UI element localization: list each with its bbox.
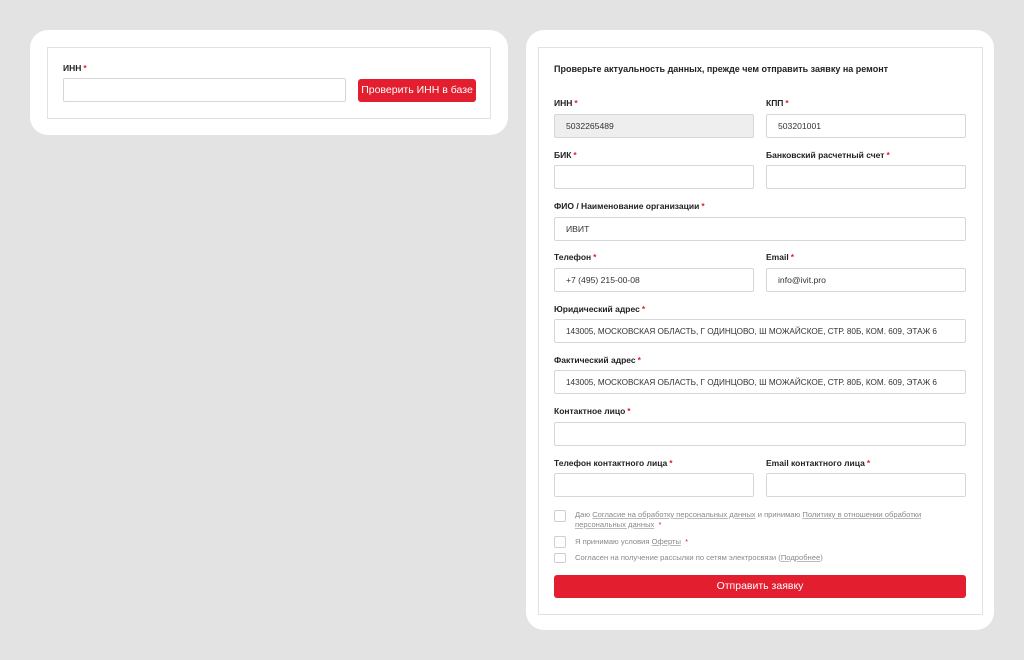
org-name-field[interactable]: ИВИТ — [554, 217, 966, 241]
newsletter-details-link[interactable]: Подробнее — [781, 553, 820, 562]
email-field[interactable]: info@ivit.pro — [766, 268, 966, 292]
consent-newsletter-text: Согласен на получение рассылки по сетям … — [575, 553, 823, 562]
consent-personal-data-checkbox[interactable] — [554, 510, 566, 522]
contact-email-label: Email контактного лица * — [766, 458, 871, 468]
legal-address-field[interactable]: 143005, МОСКОВСКАЯ ОБЛАСТЬ, Г ОДИНЦОВО, … — [554, 319, 966, 343]
contact-email-field[interactable] — [766, 473, 966, 497]
actual-address-field[interactable]: 143005, МОСКОВСКАЯ ОБЛАСТЬ, Г ОДИНЦОВО, … — [554, 370, 966, 394]
consent-personal-data-text: Даю Согласие на обработку персональных д… — [575, 510, 922, 529]
email-label: Email * — [766, 252, 794, 262]
personal-data-consent-link[interactable]: Согласие на обработку персональных данны… — [592, 510, 755, 519]
consent-offer-text: Я принимаю условия Оферты * — [575, 537, 689, 546]
contact-person-field[interactable] — [554, 422, 966, 446]
inn-check-panel: ИНН * Проверить ИНН в базе — [47, 47, 491, 119]
inn-check-input[interactable] — [63, 78, 346, 102]
consent-newsletter-checkbox[interactable] — [554, 553, 566, 563]
org-name-label: ФИО / Наименование организации * — [554, 201, 705, 211]
actual-address-label: Фактический адрес * — [554, 355, 641, 365]
offer-link[interactable]: Оферты — [652, 537, 681, 546]
repair-request-card: Проверьте актуальность данных, прежде че… — [526, 30, 994, 630]
bank-account-field[interactable] — [766, 165, 966, 189]
contact-phone-field[interactable] — [554, 473, 754, 497]
phone-label: Телефон * — [554, 252, 597, 262]
phone-field[interactable]: +7 (495) 215-00-08 — [554, 268, 754, 292]
repair-request-form: Проверьте актуальность данных, прежде че… — [538, 47, 983, 615]
kpp-label: КПП * — [766, 98, 789, 108]
contact-person-label: Контактное лицо * — [554, 406, 631, 416]
legal-address-label: Юридический адрес * — [554, 304, 646, 314]
bik-label: БИК * — [554, 150, 577, 160]
inn-check-card: ИНН * Проверить ИНН в базе — [30, 30, 508, 135]
check-inn-button[interactable]: Проверить ИНН в базе — [358, 79, 476, 102]
bik-field[interactable] — [554, 165, 754, 189]
inn-check-label: ИНН * — [63, 63, 87, 73]
inn-field: 5032265489 — [554, 114, 754, 138]
form-title: Проверьте актуальность данных, прежде че… — [554, 64, 889, 74]
inn-label: ИНН * — [554, 98, 578, 108]
consent-offer-checkbox[interactable] — [554, 536, 566, 548]
contact-phone-label: Телефон контактного лица * — [554, 458, 673, 468]
kpp-field[interactable]: 503201001 — [766, 114, 966, 138]
bank-account-label: Банковский расчетный счет * — [766, 150, 890, 160]
submit-request-button[interactable]: Отправить заявку — [554, 575, 966, 598]
